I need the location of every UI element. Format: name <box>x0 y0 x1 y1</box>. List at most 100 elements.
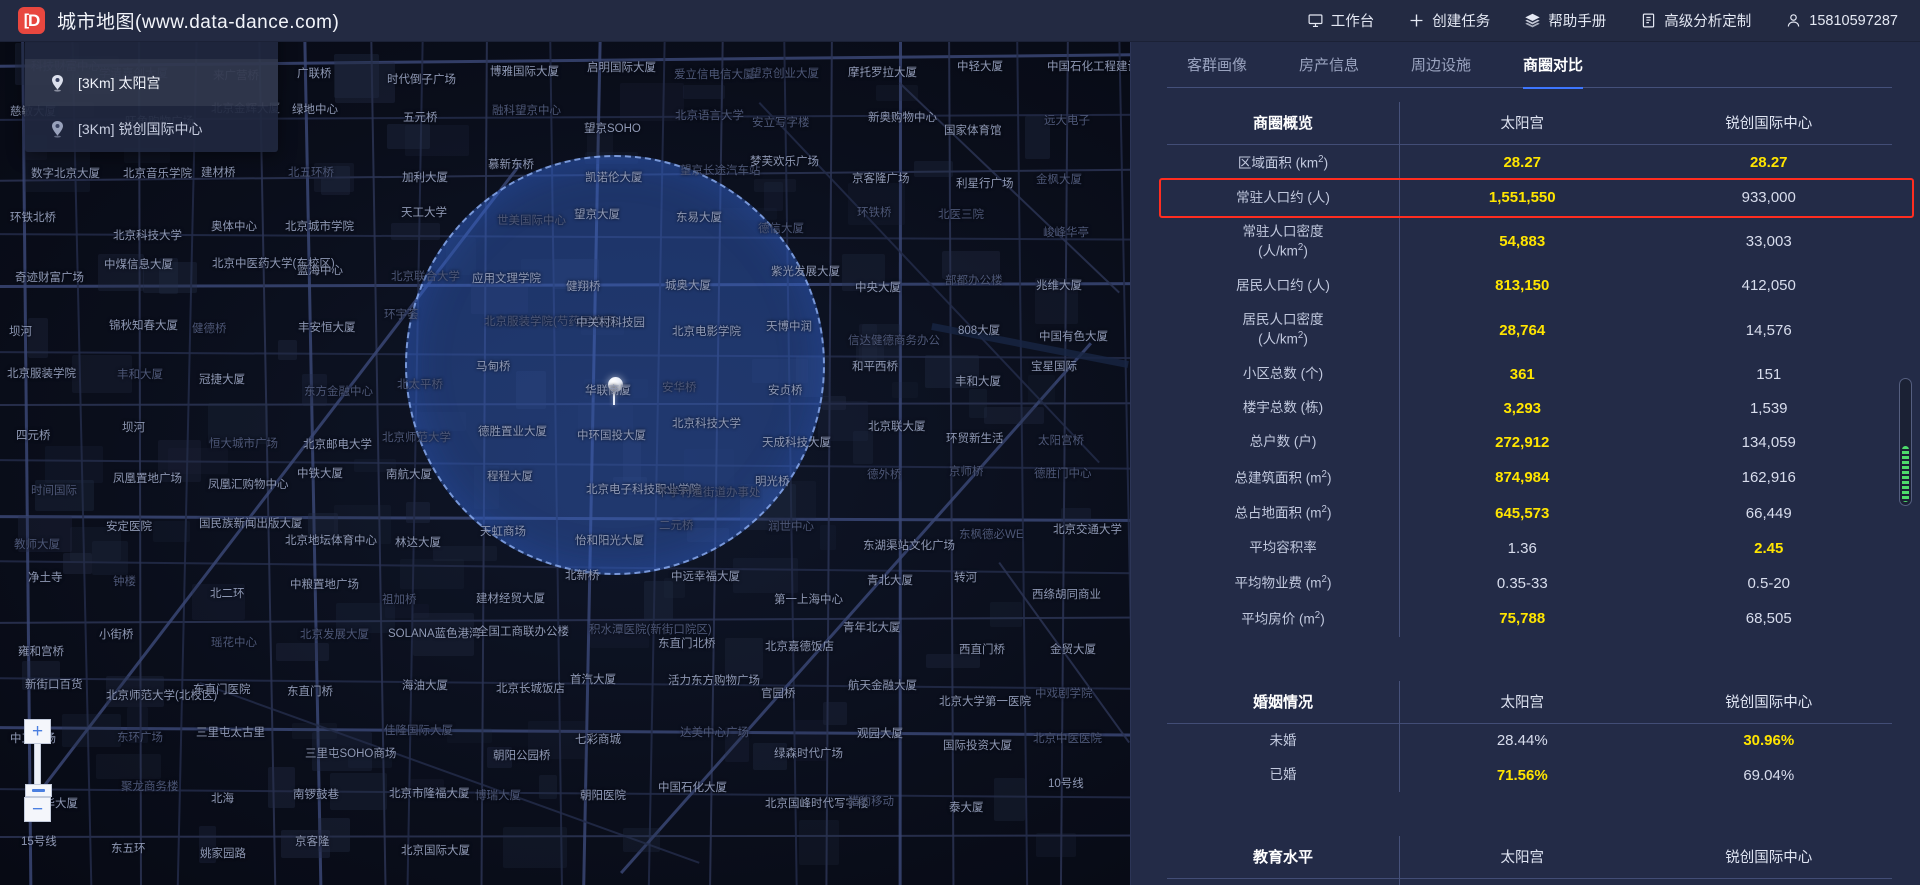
table-row: 总占地面积 (m2) 645,573 66,449 <box>1167 495 1892 531</box>
app-title: 城市地图(www.data-dance.com) <box>57 12 340 33</box>
cell-value: 813,150 <box>1495 277 1550 295</box>
comparison-table: 婚姻情况 太阳宫 锐创国际中心 未婚 28.44% 30.96% 已婚 71.56% 69.04… <box>1167 681 1892 792</box>
top-nav: 工作台 创建任务 帮助手册 高级分析定制 15810597287 <box>1273 10 1920 31</box>
zoom-in-label: + <box>31 721 44 742</box>
tab-2[interactable]: 周边设施 <box>1411 54 1471 77</box>
nav-user-account[interactable]: 15810597287 <box>1785 12 1898 29</box>
table-row: 总户数 (户) 272,912 134,059 <box>1167 425 1892 459</box>
cell-value: 26.87% <box>1646 879 1893 885</box>
cell-value: 1,551,550 <box>1488 189 1556 207</box>
cell-value: 25.77% <box>1399 879 1646 885</box>
row-label: 大专 <box>1167 879 1399 885</box>
zoom-in-button[interactable]: + <box>24 719 51 744</box>
tab-label: 商圈对比 <box>1523 57 1584 74</box>
row-label: 已婚 <box>1269 767 1297 782</box>
cell-value: 0.35-33 <box>1496 574 1548 592</box>
nav-help-manual[interactable]: 帮助手册 <box>1524 10 1606 31</box>
column-divider <box>1399 836 1400 885</box>
panel-scrollbar-thumb[interactable] <box>1902 446 1909 502</box>
map-pin-icon <box>51 120 64 138</box>
cell-value: 151 <box>1756 365 1782 383</box>
comparison-section: 教育水平 太阳宫 锐创国际中心大专25.77%26.87% <box>1167 836 1892 885</box>
cell-value: 68,505 <box>1745 610 1792 628</box>
preset-district-item-taiyanggong[interactable]: [3Km] 太阳宫 <box>25 60 278 106</box>
zoom-slider-handle[interactable] <box>25 784 52 797</box>
nav-create-task[interactable]: 创建任务 <box>1408 10 1490 31</box>
cell-value: 54,883 <box>1499 233 1546 251</box>
user-icon <box>1785 12 1802 29</box>
nav-workbench[interactable]: 工作台 <box>1307 10 1374 31</box>
comparison-section: 婚姻情况 太阳宫 锐创国际中心 未婚 28.44% 30.96% 已婚 71.56% 69.04… <box>1167 680 1892 793</box>
cell-value: 71.56% <box>1496 766 1548 784</box>
nav-create-task-label: 创建任务 <box>1432 14 1491 30</box>
row-label: 小区总数 (个) <box>1242 366 1324 382</box>
row-label: 常驻人口约 (人) <box>1236 189 1330 205</box>
table-row: 大专25.77%26.87% <box>1167 879 1892 885</box>
table-row: 平均容积率 1.36 2.45 <box>1167 531 1892 565</box>
table-row: 居民人口密度 (人/km2) 28,764 14,576 <box>1167 303 1892 357</box>
preset-district-item-label: [3Km] 锐创国际中心 <box>78 121 203 137</box>
comparison-table: 教育水平 太阳宫 锐创国际中心大专25.77%26.87% <box>1167 836 1892 885</box>
cell-value: 933,000 <box>1741 189 1796 207</box>
analysis-tabs: 客群画像 房产信息 周边设施 商圈对比 <box>1131 42 1920 89</box>
zoom-slider-track[interactable] <box>25 744 52 797</box>
cell-value: 28,764 <box>1499 321 1546 339</box>
analysis-panel-body: 商圈概览 太阳宫 锐创国际中心 区域面积 (km2) 28.27 28.27 常驻人口约 (… <box>1131 88 1920 885</box>
column-header-1: 锐创国际中心 <box>1725 850 1813 867</box>
tab-0[interactable]: 客群画像 <box>1187 54 1247 77</box>
table-row: 区域面积 (km2) 28.27 28.27 <box>1167 145 1892 181</box>
table-row: 居民人口约 (人) 813,150 412,050 <box>1167 269 1892 303</box>
table-row: 平均房价 (m2) 75,788 68,505 <box>1167 601 1892 637</box>
row-label: 平均房价 (m2) <box>1241 610 1325 627</box>
cell-value: 645,573 <box>1495 504 1550 522</box>
monitor-icon <box>1307 12 1324 29</box>
zoom-out-label: − <box>31 799 44 820</box>
table-row: 总建筑面积 (m2) 874,984 162,916 <box>1167 460 1892 496</box>
column-divider <box>1399 680 1400 793</box>
cell-value: 28.27 <box>1749 154 1788 172</box>
cell-value: 874,984 <box>1495 469 1550 487</box>
cell-value: 162,916 <box>1741 469 1796 487</box>
row-label: 总占地面积 (m2) <box>1234 504 1332 521</box>
clipboard-icon <box>1640 12 1657 29</box>
nav-advanced-analysis-label: 高级分析定制 <box>1664 14 1752 30</box>
analysis-radius-circle <box>405 155 825 575</box>
cell-value: 33,003 <box>1745 233 1792 251</box>
row-label: 楼宇总数 (栋) <box>1242 400 1324 416</box>
table-header-row: 教育水平 太阳宫 锐创国际中心 <box>1167 836 1892 879</box>
column-divider <box>1399 102 1400 637</box>
preset-district-item-ruichuang[interactable]: [3Km] 锐创国际中心 <box>25 106 278 152</box>
section-title: 婚姻情况 <box>1252 693 1313 711</box>
zoom-out-button[interactable]: − <box>24 797 51 822</box>
nav-advanced-analysis[interactable]: 高级分析定制 <box>1640 10 1751 31</box>
row-label: 平均物业费 (m2) <box>1234 574 1332 591</box>
layers-icon <box>1524 12 1541 29</box>
cell-value: 272,912 <box>1495 434 1550 452</box>
nav-help-manual-label: 帮助手册 <box>1548 14 1607 30</box>
column-header-0: 太阳宫 <box>1500 116 1545 132</box>
column-header-1: 锐创国际中心 <box>1725 694 1813 711</box>
panel-scrollbar[interactable] <box>1899 378 1912 506</box>
comparison-sections: 商圈概览 太阳宫 锐创国际中心 区域面积 (km2) 28.27 28.27 常驻人口约 (… <box>1167 102 1892 885</box>
table-row: 常驻人口密度 (人/km2) 54,883 33,003 <box>1167 215 1892 269</box>
cell-value: 28.27 <box>1503 154 1542 172</box>
table-row: 常驻人口约 (人) 1,551,550 933,000 <box>1167 181 1892 215</box>
cell-value: 0.5-20 <box>1747 574 1791 592</box>
cell-value: 66,449 <box>1745 504 1792 522</box>
plus-icon <box>1408 12 1425 29</box>
map-pin-icon <box>51 74 64 92</box>
cell-value: 134,059 <box>1741 434 1796 452</box>
cell-value: 412,050 <box>1741 277 1796 295</box>
cell-value: 2.45 <box>1754 539 1784 557</box>
cell-value: 28.44% <box>1496 732 1548 750</box>
cell-value: 1,539 <box>1749 399 1788 417</box>
column-header-1: 锐创国际中心 <box>1725 116 1813 132</box>
map-zoom-control[interactable]: + − <box>24 719 52 822</box>
tab-label: 客群画像 <box>1187 57 1248 74</box>
tab-3[interactable]: 商圈对比 <box>1523 54 1584 89</box>
row-label: 未婚 <box>1269 732 1297 748</box>
cell-value: 75,788 <box>1499 610 1546 628</box>
tab-1[interactable]: 房产信息 <box>1299 54 1359 77</box>
nav-user-phone: 15810597287 <box>1809 12 1898 29</box>
cell-value: 361 <box>1509 365 1535 383</box>
